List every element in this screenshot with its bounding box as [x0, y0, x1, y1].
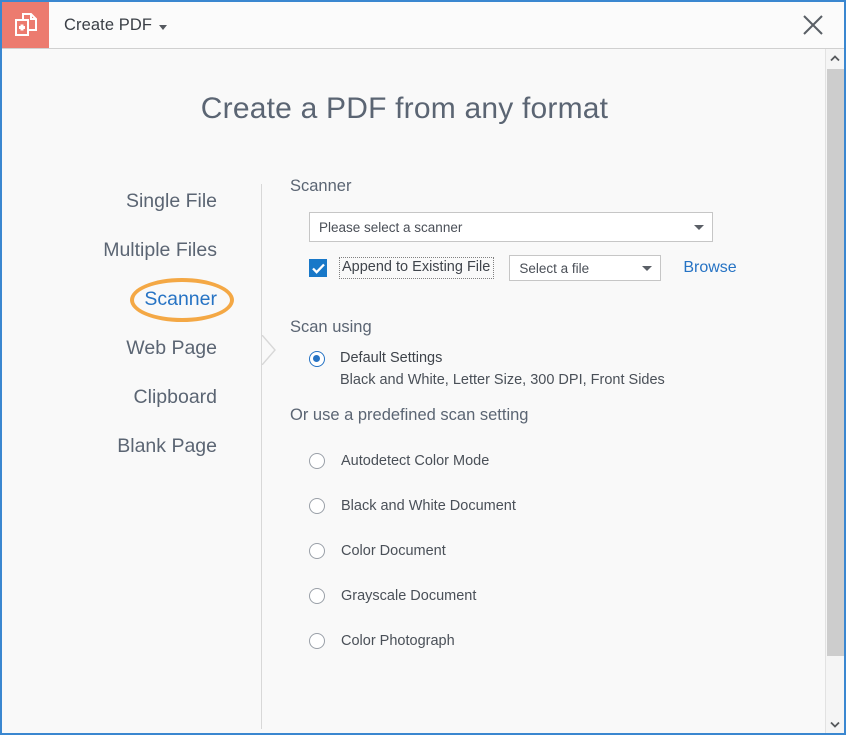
existing-file-select-value: Select a file — [519, 261, 642, 276]
create-pdf-document-icon — [2, 2, 49, 48]
preset-color-photograph[interactable]: Color Photograph — [309, 619, 790, 664]
sidebar-item-label: Blank Page — [117, 435, 217, 458]
preset-radio[interactable] — [309, 498, 325, 514]
scrollbar-up-button[interactable] — [826, 49, 844, 67]
create-pdf-window: Create PDF Create a PDF from any format … — [0, 0, 846, 735]
preset-label: Color Document — [341, 543, 446, 559]
preset-label: Autodetect Color Mode — [341, 453, 489, 469]
default-settings-description: Black and White, Letter Size, 300 DPI, F… — [340, 372, 665, 388]
preset-color-document[interactable]: Color Document — [309, 529, 790, 574]
sidebar-item-blank-page[interactable]: Blank Page — [22, 422, 242, 471]
preset-radio[interactable] — [309, 633, 325, 649]
title-bar: Create PDF — [2, 2, 844, 49]
chevron-down-icon — [694, 225, 704, 230]
chevron-down-icon — [830, 721, 840, 728]
default-settings-option[interactable]: Default Settings Black and White, Letter… — [309, 349, 790, 388]
page-title: Create a PDF from any format — [2, 92, 807, 126]
preset-black-and-white-document[interactable]: Black and White Document — [309, 484, 790, 529]
chevron-down-icon — [642, 266, 652, 271]
check-icon — [312, 263, 325, 274]
sidebar-item-clipboard[interactable]: Clipboard — [22, 373, 242, 422]
window-title: Create PDF — [49, 2, 167, 48]
sidebar-item-multiple-files[interactable]: Multiple Files — [22, 226, 242, 275]
scrollbar-thumb[interactable] — [827, 69, 844, 656]
preset-grayscale-document[interactable]: Grayscale Document — [309, 574, 790, 619]
sidebar-item-label: Clipboard — [134, 386, 217, 409]
chevron-down-icon[interactable] — [159, 25, 167, 30]
append-to-existing-file-row: Append to Existing File Select a file Br… — [309, 256, 790, 280]
sidebar-item-scanner[interactable]: Scanner — [22, 275, 242, 324]
append-to-existing-file-label: Append to Existing File — [339, 257, 494, 279]
preset-radio[interactable] — [309, 453, 325, 469]
sidebar-item-label: Multiple Files — [103, 239, 217, 262]
scrollbar-down-button[interactable] — [826, 715, 844, 733]
close-button[interactable] — [790, 2, 836, 48]
preset-radio[interactable] — [309, 543, 325, 559]
preset-autodetect-color-mode[interactable]: Autodetect Color Mode — [309, 439, 790, 484]
scanner-section-label: Scanner — [290, 177, 790, 196]
preset-radio[interactable] — [309, 588, 325, 604]
sidebar-item-label: Web Page — [126, 337, 217, 360]
predefined-setting-label: Or use a predefined scan setting — [290, 406, 790, 425]
preset-label: Black and White Document — [341, 498, 516, 514]
sidebar-divider — [261, 184, 262, 729]
preset-label: Color Photograph — [341, 633, 455, 649]
scanner-settings-panel: Scanner Please select a scanner Append t… — [290, 177, 790, 664]
sidebar-item-web-page[interactable]: Web Page — [22, 324, 242, 373]
default-settings-radio[interactable] — [309, 351, 325, 367]
window-title-label: Create PDF — [64, 16, 152, 35]
vertical-scrollbar[interactable] — [825, 49, 844, 733]
close-icon — [801, 13, 825, 37]
sidebar-item-label: Single File — [126, 190, 217, 213]
browse-link[interactable]: Browse — [683, 259, 736, 277]
selected-item-pointer-icon — [261, 335, 277, 365]
source-type-sidebar: Single File Multiple Files Scanner Web P… — [22, 177, 242, 471]
append-to-existing-file-checkbox[interactable] — [309, 259, 327, 277]
scanner-select-value: Please select a scanner — [319, 220, 694, 235]
default-settings-texts: Default Settings Black and White, Letter… — [340, 349, 665, 388]
existing-file-select[interactable]: Select a file — [509, 255, 661, 281]
scanner-select[interactable]: Please select a scanner — [309, 212, 713, 242]
sidebar-item-single-file[interactable]: Single File — [22, 177, 242, 226]
sidebar-item-label: Scanner — [144, 288, 217, 311]
default-settings-label: Default Settings — [340, 349, 665, 369]
chevron-up-icon — [830, 55, 840, 62]
dialog-content: Create a PDF from any format Single File… — [2, 49, 825, 733]
preset-radio-group: Autodetect Color Mode Black and White Do… — [290, 439, 790, 664]
scan-using-label: Scan using — [290, 318, 790, 337]
preset-label: Grayscale Document — [341, 588, 476, 604]
